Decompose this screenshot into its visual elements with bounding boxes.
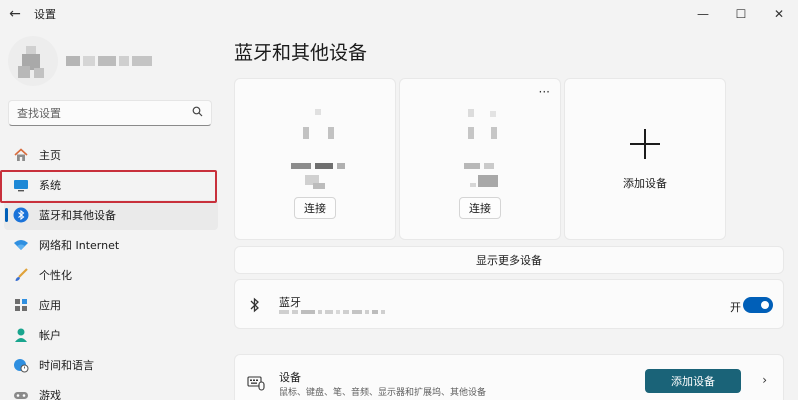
more-options-button[interactable]: ··· xyxy=(539,85,550,99)
add-device-label: 添加设备 xyxy=(623,177,667,190)
sidebar-item-system[interactable]: 系统 xyxy=(4,170,218,200)
sidebar-item-label: 个性化 xyxy=(39,269,72,282)
connect-button[interactable]: 连接 xyxy=(459,197,501,219)
sidebar-item-home[interactable]: 主页 xyxy=(4,140,218,170)
close-button[interactable]: ✕ xyxy=(760,0,798,28)
maximize-button[interactable]: ☐ xyxy=(722,0,760,28)
minimize-button[interactable]: — xyxy=(684,0,722,28)
device-image-blurred xyxy=(315,109,321,115)
devices-title: 设备 xyxy=(279,371,301,384)
devices-row[interactable]: 设备 鼠标、键盘、笔、音频、显示器和扩展坞、其他设备 添加设备 › xyxy=(234,354,784,400)
active-indicator xyxy=(5,208,8,222)
search-icon[interactable] xyxy=(192,106,203,120)
device-card: 连接 xyxy=(234,78,396,240)
main-content: 蓝牙和其他设备 连接 ··· 连接 添加设备 显示更多设备 蓝牙 开 设备 鼠标… xyxy=(222,28,798,400)
back-button[interactable]: ← xyxy=(4,3,26,25)
apps-icon xyxy=(12,296,30,314)
sidebar-item-label: 应用 xyxy=(39,299,61,312)
bluetooth-icon xyxy=(12,206,30,224)
user-name-blurred xyxy=(66,56,152,66)
sidebar-item-label: 网络和 Internet xyxy=(39,239,120,252)
brush-icon xyxy=(12,266,30,284)
user-profile[interactable] xyxy=(8,36,218,96)
sidebar-item-label: 蓝牙和其他设备 xyxy=(39,209,116,222)
sidebar-item-label: 系统 xyxy=(39,179,61,192)
connect-button[interactable]: 连接 xyxy=(294,197,336,219)
bluetooth-title: 蓝牙 xyxy=(279,296,301,309)
avatar xyxy=(8,36,58,86)
home-icon xyxy=(12,146,30,164)
bluetooth-icon xyxy=(247,296,263,314)
add-device-card[interactable]: 添加设备 xyxy=(564,78,726,240)
sidebar-item-accounts[interactable]: 帐户 xyxy=(4,320,218,350)
monitor-icon xyxy=(12,176,30,194)
add-device-button[interactable]: 添加设备 xyxy=(645,369,741,393)
bluetooth-toggle[interactable] xyxy=(743,297,773,313)
app-title: 设置 xyxy=(34,8,56,21)
page-title: 蓝牙和其他设备 xyxy=(234,42,368,64)
sidebar-nav: 主页 系统 蓝牙和其他设备 网络和 Internet 个性化 应用 帐户 时间和… xyxy=(4,140,218,400)
search-box[interactable] xyxy=(8,100,212,126)
sidebar-item-label: 帐户 xyxy=(39,329,61,342)
search-input[interactable] xyxy=(17,106,192,120)
sidebar: 主页 系统 蓝牙和其他设备 网络和 Internet 个性化 xyxy=(0,28,222,400)
chevron-right-icon[interactable]: › xyxy=(762,373,767,387)
sidebar-item-bluetooth[interactable]: 蓝牙和其他设备 xyxy=(4,200,218,230)
bluetooth-row: 蓝牙 开 xyxy=(234,279,784,329)
window-controls: — ☐ ✕ xyxy=(684,0,798,28)
device-card: ··· 连接 xyxy=(399,78,561,240)
sidebar-item-network[interactable]: 网络和 Internet xyxy=(4,230,218,260)
sidebar-item-personalization[interactable]: 个性化 xyxy=(4,260,218,290)
show-more-devices-button[interactable]: 显示更多设备 xyxy=(234,246,784,274)
bluetooth-device-name-blurred xyxy=(279,310,385,314)
device-image-blurred xyxy=(468,109,474,117)
sidebar-item-gaming[interactable]: 游戏 xyxy=(4,380,218,400)
wifi-icon xyxy=(12,236,30,254)
sidebar-item-time-language[interactable]: 时间和语言 xyxy=(4,350,218,380)
devices-subtitle: 鼠标、键盘、笔、音频、显示器和扩展坞、其他设备 xyxy=(279,388,487,398)
title-bar: ← 设置 — ☐ ✕ xyxy=(0,0,798,28)
gamepad-icon xyxy=(12,386,30,400)
sidebar-item-label: 主页 xyxy=(39,149,61,162)
account-icon xyxy=(12,326,30,344)
sidebar-item-apps[interactable]: 应用 xyxy=(4,290,218,320)
sidebar-item-label: 游戏 xyxy=(39,389,61,400)
plus-icon xyxy=(630,129,660,159)
sidebar-item-label: 时间和语言 xyxy=(39,359,94,372)
bluetooth-toggle-label: 开 xyxy=(730,301,741,314)
keyboard-mouse-icon xyxy=(247,375,265,391)
globe-clock-icon xyxy=(12,356,30,374)
